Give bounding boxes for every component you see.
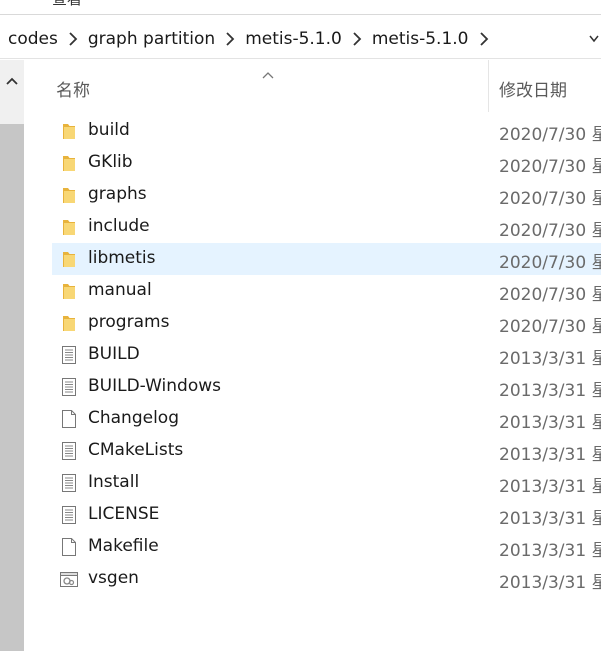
file-name: Makefile <box>88 536 159 556</box>
folder-icon <box>59 217 79 237</box>
file-row[interactable]: programs 2020/7/30 星 <box>24 307 601 339</box>
text-file-icon <box>59 441 79 461</box>
file-modified-date: 2013/3/31 星 <box>499 413 601 433</box>
chevron-up-icon <box>6 77 18 85</box>
column-header-date[interactable]: 修改日期 <box>499 76 567 101</box>
chevron-right-icon[interactable] <box>217 29 243 49</box>
file-list: build 2020/7/30 星 GKlib 2020/7/30 星 graphs 20… <box>24 115 601 595</box>
folder-icon <box>59 281 79 301</box>
file-name: Install <box>88 472 140 492</box>
file-name: CMakeLists <box>88 440 184 460</box>
file-icon <box>59 537 79 557</box>
file-name: Changelog <box>88 408 180 428</box>
column-header-name[interactable]: 名称 <box>56 76 90 101</box>
vertical-scrollbar[interactable] <box>0 60 24 651</box>
file-row[interactable]: libmetis 2020/7/30 星 <box>24 243 601 275</box>
file-row[interactable]: BUILD-Windows 2013/3/31 星 <box>24 371 601 403</box>
file-modified-date: 2020/7/30 星 <box>499 157 601 177</box>
file-name: manual <box>88 280 152 300</box>
text-file-icon <box>59 473 79 493</box>
file-row[interactable]: GKlib 2020/7/30 星 <box>24 147 601 179</box>
file-modified-date: 2013/3/31 星 <box>499 349 601 369</box>
menu-strip: 查看 <box>0 0 601 15</box>
file-modified-date: 2013/3/31 星 <box>499 477 601 497</box>
file-name: vsgen <box>88 568 139 588</box>
file-row[interactable]: BUILD 2013/3/31 星 <box>24 339 601 371</box>
folder-icon <box>59 313 79 333</box>
file-row[interactable]: Changelog 2013/3/31 星 <box>24 403 601 435</box>
column-header: 名称 修改日期 <box>24 60 601 112</box>
file-row[interactable]: LICENSE 2013/3/31 星 <box>24 499 601 531</box>
text-file-icon <box>59 377 79 397</box>
file-name: graphs <box>88 184 147 204</box>
file-modified-date: 2013/3/31 星 <box>499 573 601 593</box>
file-name: include <box>88 216 150 236</box>
file-row[interactable]: build 2020/7/30 星 <box>24 115 601 147</box>
column-divider[interactable] <box>488 60 489 112</box>
file-modified-date: 2020/7/30 星 <box>499 221 601 241</box>
file-name: GKlib <box>88 152 133 172</box>
folder-icon <box>59 249 79 269</box>
file-modified-date: 2020/7/30 星 <box>499 285 601 305</box>
file-name: LICENSE <box>88 504 160 524</box>
script-file-icon <box>59 569 79 589</box>
file-icon <box>59 409 79 429</box>
file-modified-date: 2013/3/31 星 <box>499 445 601 465</box>
file-modified-date: 2020/7/30 星 <box>499 317 601 337</box>
breadcrumb-item-metis-current[interactable]: metis-5.1.0 <box>370 29 471 49</box>
text-file-icon <box>59 505 79 525</box>
file-modified-date: 2020/7/30 星 <box>499 253 601 273</box>
file-name: build <box>88 120 130 140</box>
chevron-down-icon[interactable] <box>589 20 599 58</box>
file-row[interactable]: vsgen 2013/3/31 星 <box>24 563 601 595</box>
file-modified-date: 2020/7/30 星 <box>499 125 601 145</box>
folder-icon <box>59 121 79 141</box>
breadcrumb: codes graph partition metis-5.1.0 metis-… <box>6 20 497 58</box>
file-modified-date: 2013/3/31 星 <box>499 381 601 401</box>
file-name: programs <box>88 312 170 332</box>
breadcrumb-item-codes[interactable]: codes <box>6 29 60 49</box>
folder-icon <box>59 185 79 205</box>
file-modified-date: 2020/7/30 星 <box>499 189 601 209</box>
text-file-icon <box>59 345 79 365</box>
address-bar[interactable]: codes graph partition metis-5.1.0 metis-… <box>0 20 601 59</box>
file-row[interactable]: Makefile 2013/3/31 星 <box>24 531 601 563</box>
folder-icon <box>59 153 79 173</box>
scroll-thumb[interactable] <box>0 124 24 651</box>
file-row[interactable]: CMakeLists 2013/3/31 星 <box>24 435 601 467</box>
file-name: BUILD <box>88 344 140 364</box>
chevron-right-icon[interactable] <box>60 29 86 49</box>
file-row[interactable]: include 2020/7/30 星 <box>24 211 601 243</box>
view-menu-label[interactable]: 查看 <box>52 0 82 9</box>
sort-ascending-icon <box>262 64 274 83</box>
file-modified-date: 2013/3/31 星 <box>499 541 601 561</box>
file-row[interactable]: manual 2020/7/30 星 <box>24 275 601 307</box>
chevron-right-icon[interactable] <box>471 29 497 49</box>
breadcrumb-item-graph-partition[interactable]: graph partition <box>86 29 217 49</box>
chevron-right-icon[interactable] <box>344 29 370 49</box>
breadcrumb-item-metis-parent[interactable]: metis-5.1.0 <box>243 29 344 49</box>
file-row[interactable]: graphs 2020/7/30 星 <box>24 179 601 211</box>
file-modified-date: 2013/3/31 星 <box>499 509 601 529</box>
file-name: libmetis <box>88 248 156 268</box>
file-row[interactable]: Install 2013/3/31 星 <box>24 467 601 499</box>
file-name: BUILD-Windows <box>88 376 222 396</box>
scroll-up-button[interactable] <box>0 60 24 102</box>
